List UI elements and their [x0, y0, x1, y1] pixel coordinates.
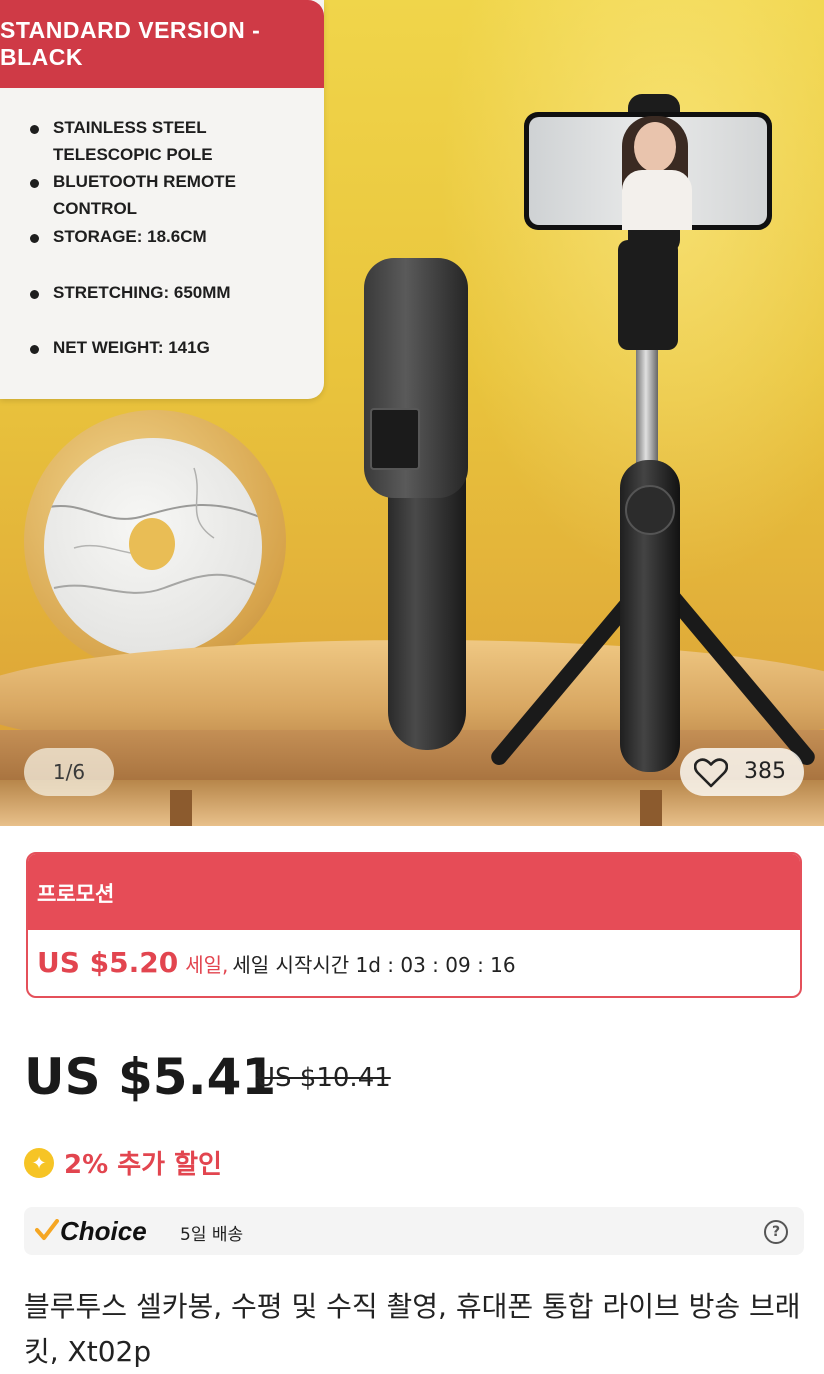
stick-clip	[370, 408, 420, 470]
feature-item: STAINLESS STEEL TELESCOPIC POLE	[30, 114, 300, 168]
product-title: 블루투스 셀카봉, 수평 및 수직 촬영, 휴대폰 통합 라이브 방송 브래킷,…	[24, 1290, 801, 1368]
favorite-count: 385	[744, 759, 786, 784]
bullet-icon	[30, 345, 39, 354]
promotion-price: US $5.20	[37, 946, 179, 979]
feature-item: NET WEIGHT: 141G	[30, 334, 210, 361]
version-banner: STANDARD VERSION - BLACK	[0, 0, 324, 88]
sale-countdown: 세일 시작시간 1d : 03 : 09 : 16	[232, 953, 516, 977]
favorite-button[interactable]: 385	[680, 748, 804, 796]
person-head	[634, 122, 676, 172]
extra-discount[interactable]: 2% 추가 할인	[64, 1144, 222, 1181]
spec-card: STANDARD VERSION - BLACK STAINLESS STEEL…	[0, 0, 324, 399]
promotion-row: US $5.20 세일, 세일 시작시간 1d : 03 : 09 : 16	[37, 946, 516, 979]
remote-button	[625, 485, 675, 535]
table-leg	[170, 790, 192, 826]
feature-item: BLUETOOTH REMOTE CONTROL	[30, 168, 320, 222]
shipping-bar[interactable]: Choice 5일 배송 ?	[24, 1207, 804, 1255]
choice-brand: Choice	[60, 1216, 147, 1246]
original-price: US $10.41	[256, 1063, 391, 1093]
bullet-icon	[30, 125, 39, 134]
feature-item: STRETCHING: 650MM	[30, 279, 231, 306]
bullet-icon	[30, 234, 39, 243]
person-body	[622, 170, 692, 230]
decor-hole	[129, 518, 175, 570]
star-coin-icon: ✦	[24, 1148, 54, 1178]
check-icon	[35, 1219, 59, 1240]
tripod-mount	[618, 240, 678, 350]
current-price: US $5.41	[24, 1048, 277, 1106]
delivery-days: 5일 배송	[180, 1225, 244, 1245]
promotion-title: 프로모션	[37, 882, 115, 906]
heart-icon	[694, 758, 728, 788]
bullet-icon	[30, 179, 39, 188]
promotion-header: 프로모션	[28, 854, 800, 930]
question-icon[interactable]: ?	[764, 1220, 788, 1244]
feature-item: STORAGE: 18.6CM	[30, 223, 207, 250]
promotion-box[interactable]: 프로모션 US $5.20 세일, 세일 시작시간 1d : 03 : 09 :…	[26, 852, 802, 998]
product-image[interactable]: STANDARD VERSION - BLACK STAINLESS STEEL…	[0, 0, 824, 826]
bullet-icon	[30, 290, 39, 299]
table-leg	[640, 790, 662, 826]
sale-label: 세일,	[185, 953, 229, 977]
image-pager: 1/6	[24, 748, 114, 796]
